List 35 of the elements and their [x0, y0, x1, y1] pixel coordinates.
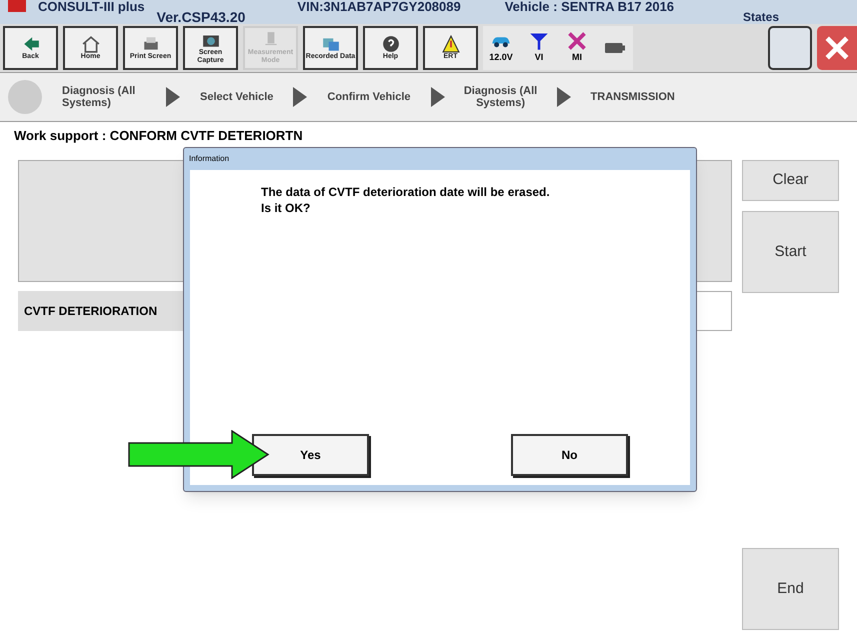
- indicator-label: VI: [534, 51, 544, 64]
- dialog-message: The data of CVTF deterioration date will be erased.: [261, 184, 551, 200]
- dialog-title: Information: [188, 153, 230, 165]
- help-icon: [382, 35, 400, 53]
- dialog-button[interactable]: No: [511, 434, 628, 476]
- version-label: Ver.CSP43.20: [156, 8, 246, 27]
- app-logo-icon: [8, 0, 26, 12]
- arrow-right-icon: [293, 87, 308, 107]
- breadcrumb-item[interactable]: Diagnosis (All Systems): [62, 85, 150, 109]
- breadcrumb-item[interactable]: TRANSMISSION: [586, 91, 679, 103]
- vehicle-label: Vehicle : SENTRA B17 2016: [504, 0, 674, 16]
- dialog-message: Is it OK?: [261, 200, 312, 216]
- vin-label: VIN:3N1AB7AP7GY208089: [297, 0, 461, 16]
- dialog-button[interactable]: Yes: [252, 434, 369, 476]
- minimize-button[interactable]: [768, 26, 812, 70]
- close-button[interactable]: [817, 26, 857, 70]
- arrow-right-icon: [556, 87, 571, 107]
- breadcrumb-item[interactable]: Diagnosis (All Systems): [460, 85, 541, 109]
- house-icon: [82, 35, 100, 53]
- end-button[interactable]: End: [742, 548, 839, 630]
- breadcrumb-item[interactable]: Confirm Vehicle: [323, 91, 415, 103]
- app-title: CONSULT-III plus: [38, 0, 145, 16]
- breadcrumb-item[interactable]: Select Vehicle: [196, 91, 278, 103]
- indicator-label: MI: [572, 51, 582, 64]
- arrow-right-icon: [166, 87, 180, 107]
- page-title: Work support : CONFORM CVTF DETERIORTN: [13, 127, 304, 144]
- side-button[interactable]: Start: [742, 211, 839, 293]
- arrow-right-icon: [430, 87, 445, 107]
- close-icon: [824, 35, 850, 61]
- cross-icon: [565, 31, 589, 52]
- states-label: States: [742, 9, 779, 26]
- arrow-left-icon: [22, 35, 40, 53]
- indicator-label: 12.0V: [489, 51, 513, 64]
- side-button[interactable]: Clear: [742, 160, 839, 201]
- warning-icon: [442, 35, 460, 53]
